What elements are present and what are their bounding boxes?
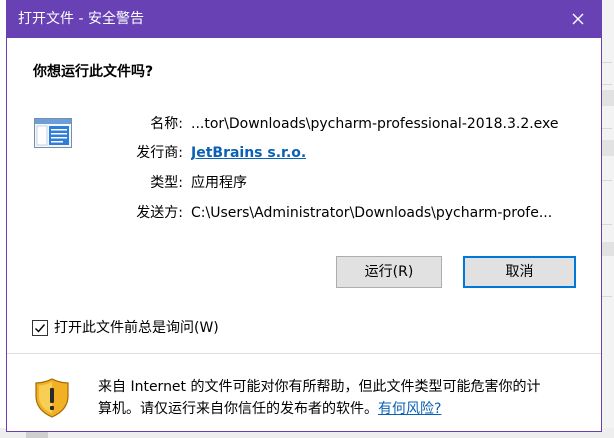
file-type-value: 应用程序 (191, 175, 247, 191)
detail-name-row: 名称: ...tor\Downloads\pycharm-professiona… (7, 114, 601, 134)
detail-from-row: 发送方: C:\Users\Administrator\Downloads\py… (7, 203, 601, 223)
run-button[interactable]: 运行(R) (336, 256, 442, 288)
security-warning-text: 来自 Internet 的文件可能对你有所帮助，但此文件类型可能危害你的计 算机… (98, 376, 598, 420)
always-ask-option[interactable]: 打开此文件前总是询问(W) (32, 318, 332, 338)
checkmark-icon (35, 324, 46, 333)
detail-label: 名称: (150, 116, 183, 132)
always-ask-label: 打开此文件前总是询问(W) (54, 320, 219, 336)
detail-label: 发送方: (136, 205, 183, 221)
warning-line-2-text: 算机。请仅运行来自你信任的发布者的软件。 (98, 401, 378, 417)
dialog-question: 你想运行此文件吗? (33, 64, 154, 80)
file-name-value: ...tor\Downloads\pycharm-professional-20… (191, 116, 559, 132)
window-title: 打开文件 - 安全警告 (18, 11, 144, 27)
detail-type-row: 类型: 应用程序 (7, 173, 601, 193)
title-bar: 打开文件 - 安全警告 (7, 0, 601, 38)
detail-label: 类型: (150, 175, 183, 191)
background-window-edge (600, 0, 614, 438)
security-shield-icon (34, 378, 70, 418)
warning-line-1: 来自 Internet 的文件可能对你有所帮助，但此文件类型可能危害你的计 (98, 379, 541, 395)
warning-line-2: 算机。请仅运行来自你信任的发布者的软件。有何风险? (98, 398, 598, 420)
detail-label: 发行商: (136, 145, 183, 161)
what-is-the-risk-link[interactable]: 有何风险? (378, 401, 441, 417)
close-button[interactable] (555, 0, 601, 38)
security-warning-dialog: 打开文件 - 安全警告 你想运行此文件吗? 名称: ...tor\Downloa… (6, 0, 602, 432)
divider (7, 353, 601, 354)
detail-publisher-row: 发行商: JetBrains s.r.o. (7, 143, 601, 163)
publisher-link[interactable]: JetBrains s.r.o. (191, 143, 306, 163)
close-icon (572, 13, 584, 25)
cancel-button[interactable]: 取消 (463, 256, 576, 288)
file-source-value: C:\Users\Administrator\Downloads\pycharm… (191, 205, 553, 221)
always-ask-checkbox[interactable] (32, 320, 48, 336)
